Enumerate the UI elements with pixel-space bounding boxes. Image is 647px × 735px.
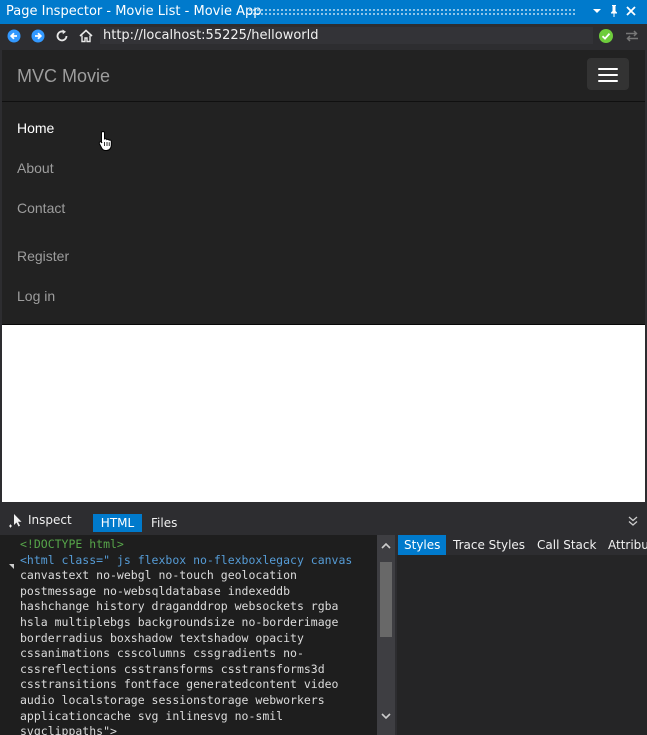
nav-link-login[interactable]: Log in	[17, 288, 55, 304]
tab-html[interactable]: HTML	[93, 514, 142, 532]
scroll-up-icon[interactable]	[381, 540, 391, 550]
site-navbar: MVC Movie Home About Contact Register Lo…	[2, 50, 645, 325]
nav-link-register[interactable]: Register	[17, 248, 69, 264]
code-line: postmessage no-websqldatabase indexeddb	[20, 583, 291, 598]
inspect-button[interactable]: Inspect	[8, 512, 72, 528]
inspector-toolbar: Inspect HTML Files	[0, 503, 647, 532]
html-source-code: <!DOCTYPE html> <html class=" js flexbox…	[20, 537, 352, 735]
code-line: <html class=" js flexbox no-flexboxlegac…	[20, 552, 353, 567]
tab-call-stack[interactable]: Call Stack	[531, 535, 602, 555]
code-line: borderradius boxshadow textshadow opacit…	[20, 630, 304, 645]
navbar-divider	[2, 101, 645, 102]
code-line: audio localstorage sessionstorage webwor…	[20, 692, 325, 707]
close-icon[interactable]	[623, 3, 639, 19]
nav-link-home[interactable]: Home	[17, 120, 54, 136]
back-icon[interactable]	[6, 28, 22, 44]
source-scrollbar[interactable]	[377, 535, 395, 735]
navbar-toggle-button[interactable]	[587, 58, 629, 90]
address-bar: http://localhost:55225/helloworld	[0, 24, 647, 48]
nav-link-contact[interactable]: Contact	[17, 200, 65, 216]
tab-trace-styles[interactable]: Trace Styles	[447, 535, 531, 555]
inspect-pointer-icon	[9, 514, 22, 528]
status-ok-icon	[598, 28, 614, 44]
scroll-down-icon[interactable]	[381, 710, 391, 720]
code-line: hashchange history draganddrop websocket…	[20, 599, 339, 614]
forward-icon[interactable]	[30, 28, 46, 44]
html-source-view[interactable]: <!DOCTYPE html> <html class=" js flexbox…	[0, 535, 377, 735]
code-line: csstransitions fontface generatedcontent…	[20, 677, 339, 692]
tab-attributes[interactable]: Attribu	[602, 535, 647, 555]
code-line: <!DOCTYPE html>	[20, 537, 124, 551]
window-title: Page Inspector - Movie List - Movie App	[6, 4, 262, 19]
collapse-chevron-icon[interactable]	[627, 515, 639, 527]
title-drag-grip[interactable]	[248, 8, 577, 16]
refresh-icon[interactable]	[54, 28, 70, 44]
sync-icon[interactable]	[624, 28, 640, 44]
hand-cursor-icon	[98, 130, 114, 152]
inspector-panel: Inspect HTML Files <!DOCTYPE html> <html…	[0, 503, 647, 735]
tab-files[interactable]: Files	[151, 514, 177, 532]
code-line: cssanimations csscolumns cssgradients no…	[20, 646, 304, 661]
code-line: applicationcache svg inlinesvg no-smil	[20, 708, 284, 723]
expand-arrow-icon[interactable]	[9, 564, 14, 569]
inspect-label: Inspect	[28, 513, 72, 527]
page-viewport: MVC Movie Home About Contact Register Lo…	[2, 50, 645, 502]
code-line: canvastext no-webgl no-touch geolocation	[20, 568, 297, 583]
home-icon[interactable]	[78, 28, 94, 44]
code-line: cssreflections csstransforms csstransfor…	[20, 661, 325, 676]
styles-pane: Styles Trace Styles Call Stack Attribu	[397, 535, 647, 735]
dropdown-arrow-icon[interactable]	[589, 3, 605, 19]
code-line: hsla multiplebgs backgroundsize no-borde…	[20, 614, 339, 629]
brand-link[interactable]: MVC Movie	[17, 66, 110, 87]
window-title-bar: Page Inspector - Movie List - Movie App	[0, 0, 647, 24]
pin-icon[interactable]	[606, 3, 622, 19]
hamburger-bar-icon	[598, 80, 618, 82]
hamburger-bar-icon	[598, 74, 618, 76]
styles-tab-strip: Styles Trace Styles Call Stack Attribu	[397, 535, 647, 555]
nav-link-about[interactable]: About	[17, 160, 54, 176]
code-line: svgclippaths">	[20, 724, 117, 735]
hamburger-bar-icon	[598, 68, 618, 70]
scrollbar-thumb[interactable]	[380, 562, 392, 637]
tab-styles[interactable]: Styles	[398, 535, 447, 555]
url-field[interactable]: http://localhost:55225/helloworld	[100, 27, 593, 44]
